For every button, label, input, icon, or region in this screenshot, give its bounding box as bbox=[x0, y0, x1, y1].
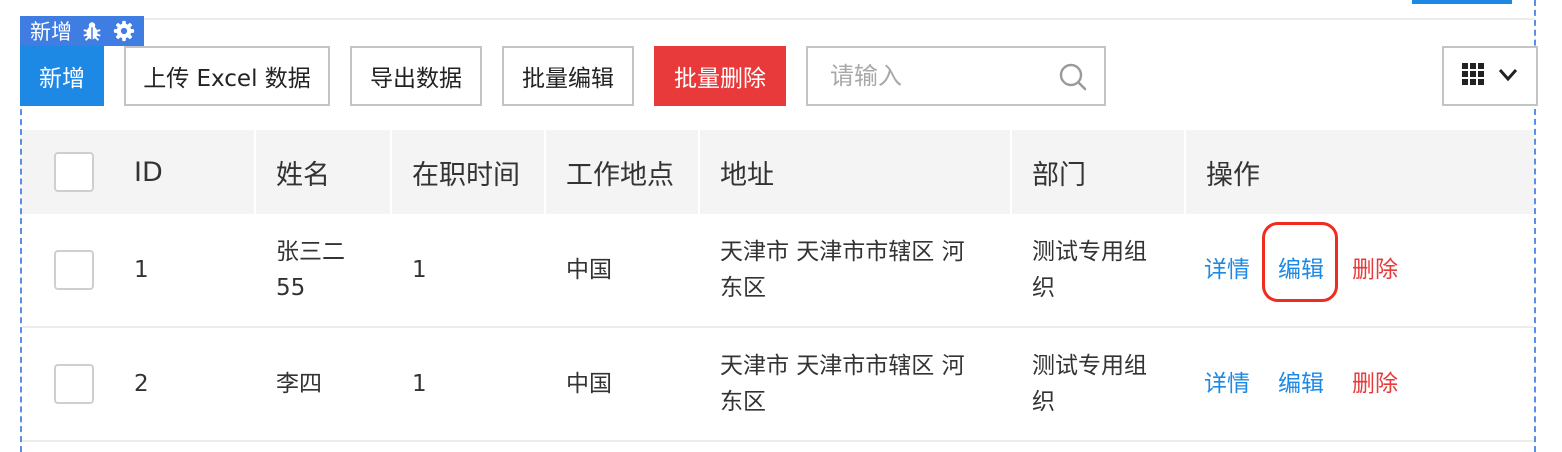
cell-tenure: 1 bbox=[412, 257, 427, 283]
batch-edit-button[interactable]: 批量编辑 bbox=[502, 46, 634, 106]
cell-address: 天津市 天津市市辖区 河 东区 bbox=[720, 328, 965, 440]
column-divider bbox=[544, 130, 546, 214]
chevron-down-icon bbox=[1498, 67, 1518, 86]
cell-address-line: 天津市 天津市市辖区 河 bbox=[720, 353, 965, 379]
column-toggle-button[interactable] bbox=[1442, 46, 1538, 106]
upload-excel-button[interactable]: 上传 Excel 数据 bbox=[124, 46, 330, 106]
designer-tag: 新增 bbox=[20, 16, 144, 46]
column-header-address[interactable]: 地址 bbox=[720, 130, 774, 214]
delete-link[interactable]: 删除 bbox=[1352, 252, 1398, 288]
search-input[interactable] bbox=[828, 61, 1052, 91]
export-data-button[interactable]: 导出数据 bbox=[350, 46, 482, 106]
cell-department: 测试专用组 织 bbox=[1032, 328, 1147, 440]
table-row: 2 李四 1 中国 天津市 天津市市辖区 河 东区 测试专用组 织 详情 编辑 … bbox=[22, 328, 1534, 442]
cell-address-line: 东区 bbox=[720, 275, 766, 301]
column-divider bbox=[254, 130, 256, 214]
top-right-accent bbox=[1412, 0, 1512, 4]
cell-address-line: 东区 bbox=[720, 389, 766, 415]
column-divider bbox=[390, 130, 392, 214]
cell-department-line: 织 bbox=[1032, 275, 1055, 301]
column-header-name[interactable]: 姓名 bbox=[276, 130, 330, 214]
data-table: ID 姓名 在职时间 工作地点 地址 部门 操作 1 张三二 55 1 中国 天… bbox=[22, 130, 1534, 442]
column-divider bbox=[1184, 130, 1186, 214]
table-row: 1 张三二 55 1 中国 天津市 天津市市辖区 河 东区 测试专用组 织 详情… bbox=[22, 214, 1534, 328]
detail-link[interactable]: 详情 bbox=[1204, 366, 1250, 402]
table-header: ID 姓名 在职时间 工作地点 地址 部门 操作 bbox=[22, 130, 1534, 214]
column-divider bbox=[698, 130, 700, 214]
cell-id: 1 bbox=[134, 257, 149, 283]
column-header-actions: 操作 bbox=[1206, 159, 1260, 191]
cell-address: 天津市 天津市市辖区 河 东区 bbox=[720, 214, 965, 326]
cell-id: 2 bbox=[134, 371, 149, 397]
select-all-checkbox[interactable] bbox=[54, 152, 94, 192]
column-header-department[interactable]: 部门 bbox=[1032, 130, 1086, 214]
cell-department: 测试专用组 织 bbox=[1032, 214, 1147, 326]
delete-link[interactable]: 删除 bbox=[1352, 366, 1398, 402]
gear-icon[interactable] bbox=[112, 19, 136, 43]
bug-icon[interactable] bbox=[80, 19, 104, 43]
crud-page: 新增 新增 上传 Excel 数据 导出数据 批量编辑 批量删除 请输入 ID … bbox=[0, 0, 1562, 452]
edit-link[interactable]: 编辑 bbox=[1278, 252, 1324, 288]
edit-link[interactable]: 编辑 bbox=[1278, 366, 1324, 402]
column-header-location[interactable]: 工作地点 bbox=[566, 130, 674, 214]
cell-address-line: 天津市 天津市市辖区 河 bbox=[720, 239, 965, 265]
search-box bbox=[806, 46, 1106, 106]
batch-delete-button[interactable]: 批量删除 bbox=[654, 46, 786, 106]
cell-tenure: 1 bbox=[412, 371, 427, 397]
row-checkbox[interactable] bbox=[54, 250, 94, 290]
cell-name: 李四 bbox=[276, 371, 322, 397]
row-checkbox[interactable] bbox=[54, 364, 94, 404]
top-divider bbox=[20, 0, 1534, 20]
cell-location: 中国 bbox=[566, 371, 612, 397]
add-button[interactable]: 新增 bbox=[20, 46, 104, 106]
search-icon[interactable] bbox=[1058, 62, 1088, 92]
grid-icon bbox=[1462, 63, 1484, 89]
cell-department-line: 织 bbox=[1032, 389, 1055, 415]
cell-name-line: 55 bbox=[276, 275, 306, 301]
cell-name-line: 张三二 bbox=[276, 239, 345, 265]
cell-name: 张三二 55 bbox=[276, 214, 345, 326]
detail-link[interactable]: 详情 bbox=[1204, 252, 1250, 288]
cell-department-line: 测试专用组 bbox=[1032, 353, 1147, 379]
column-divider bbox=[1010, 130, 1012, 214]
column-header-id[interactable]: ID bbox=[134, 130, 163, 214]
cell-location: 中国 bbox=[566, 257, 612, 283]
cell-department-line: 测试专用组 bbox=[1032, 239, 1147, 265]
column-header-tenure[interactable]: 在职时间 bbox=[412, 130, 520, 214]
designer-tag-label: 新增 bbox=[30, 20, 72, 44]
